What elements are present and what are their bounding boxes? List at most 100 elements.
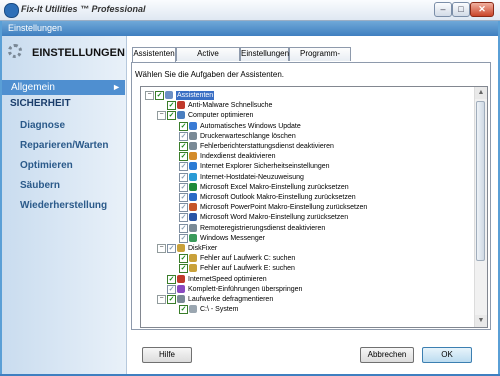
scroll-up-icon[interactable]: ▲ [475,87,487,99]
tree-item[interactable]: ✓ Automatisches Windows Update [169,121,471,131]
close-button[interactable]: ✕ [470,2,494,17]
settings-dialog: Einstellungen EINSTELLUNGEN Allgemein ► … [2,21,498,374]
tree-collapse-icon[interactable]: − [145,91,154,100]
tree-item-checkbox[interactable]: ✓ [179,152,188,162]
tree-item-label: DiskFixer [188,245,218,252]
task-icon [189,162,197,171]
tab-einstellungen[interactable]: Einstellungen [240,47,289,61]
tree-item[interactable]: − ✓ DiskFixer [157,244,471,253]
tree-item-checkbox[interactable]: ✓ [179,121,188,131]
sidebar-item-wiederherstellung[interactable]: Wiederherstellung [20,200,107,211]
settings-title: Einstellungen [8,23,63,33]
tab-programm-update[interactable]: Programm-Update [289,47,351,70]
main-panel: Assistenten Active Intelligence Einstell… [128,36,498,336]
sidebar: EINSTELLUNGEN Allgemein ► SICHERHEIT Dia… [2,36,127,374]
app-logo-icon [4,3,19,18]
cancel-button[interactable]: Abbrechen [360,347,414,363]
sidebar-item-diagnose[interactable]: Diagnose [20,120,65,131]
tree-item-checkbox[interactable]: ✓ [179,162,188,172]
tree-collapse-icon[interactable]: − [157,111,166,121]
tab-active-intelligence[interactable]: Active Intelligence [176,47,240,70]
tree-item-checkbox[interactable]: ✓ [179,254,188,264]
tree-item[interactable]: ✓ Windows Messenger [169,233,471,243]
tree-item-checkbox[interactable]: ✓ [179,131,188,141]
tree-item-checkbox[interactable]: ✓ [167,284,176,294]
tree-item-checkbox[interactable]: ✓ [179,223,188,233]
tree-item[interactable]: − ✓ Computer optimieren [157,111,471,121]
tree-item[interactable]: ✓ Microsoft Outlook Makro-Einstellung zur… [169,193,471,202]
instruction-text: Wählen Sie die Aufgaben der Assistenten. [135,70,284,79]
tree-item-label: Fehler auf Laufwerk E: suchen [200,265,295,273]
task-icon [189,264,197,273]
ok-button[interactable]: OK [422,347,472,363]
task-icon [177,295,185,303]
tree-item-label: Internet Explorer Sicherheitseinstellung… [200,163,330,171]
tree-item[interactable]: ✓ Fehler auf Laufwerk C: suchen [169,254,471,264]
tree-item-label: Windows Messenger [200,234,265,242]
tree-item[interactable]: ✓ C:\ - System [169,305,471,315]
tree-item[interactable]: ✓ Microsoft PowerPoint Makro-Einstellung … [169,203,471,213]
tab-assistenten[interactable]: Assistenten [132,47,176,62]
tree-item[interactable]: − ✓ Assistenten [145,91,471,100]
tree-item-checkbox[interactable]: ✓ [179,233,188,243]
tree-item[interactable]: ✓ Anti-Malware Schnellsuche [157,101,471,111]
sidebar-item-optimieren[interactable]: Optimieren [20,160,73,171]
scroll-down-icon[interactable]: ▼ [475,315,487,327]
tree-item-checkbox[interactable]: ✓ [179,264,188,274]
dialog-button-bar: Hilfe Abbrechen OK [128,336,498,372]
tree-item[interactable]: ✓ Internet-Hostdatei-Neuzuweisung [169,172,471,182]
tree-item-checkbox[interactable]: ✓ [179,305,188,315]
tree-item[interactable]: ✓ Indexdienst deaktivieren [169,152,471,162]
settings-header-bar: Einstellungen [2,21,498,36]
task-icon [177,274,185,283]
tree-item[interactable]: ✓ Microsoft Excel Makro-Einstellung zurüc… [169,182,471,192]
tree-item-checkbox[interactable]: ✓ [179,203,188,213]
task-icon [189,213,197,222]
tree-item[interactable]: ✓ Druckerwarteschlange löschen [169,131,471,141]
tree-item[interactable]: ✓ Internet Explorer Sicherheitseinstellun… [169,162,471,172]
tree-item[interactable]: ✓ InternetSpeed optimieren [157,274,471,284]
task-icon [189,233,197,242]
sidebar-item-label: Allgemein [11,82,55,93]
sidebar-item-allgemein[interactable]: Allgemein ► [2,80,125,95]
tree-item[interactable]: ✓ Microsoft Word Makro-Einstellung zurück… [169,213,471,223]
tree-item[interactable]: − ✓ Laufwerke defragmentieren [157,295,471,304]
tree-item-checkbox[interactable]: ✓ [179,193,188,202]
tree-item-checkbox[interactable]: ✓ [155,91,164,100]
tree-item-label: Laufwerke defragmentieren [188,296,274,303]
help-button[interactable]: Hilfe [142,347,192,363]
tree-item-checkbox[interactable]: ✓ [167,244,176,253]
tree-item-checkbox[interactable]: ✓ [179,172,188,182]
task-icon [189,193,197,201]
task-icon [189,203,197,212]
tree-item-label: Fehlerberichterstattungsdienst deaktivie… [200,143,334,150]
sidebar-item-reparieren[interactable]: Reparieren/Warten [20,140,109,151]
tree-item-checkbox[interactable]: ✓ [167,101,176,111]
tree-item-label: Remoteregistrierungsdienst deaktivieren [200,224,326,232]
tree-item[interactable]: ✓ Komplett-Einführungen überspringen [157,284,471,294]
task-icon [165,91,173,99]
task-tree[interactable]: − ✓ Assistenten ✓ Anti-Malware Schnellsuche −… [140,86,488,328]
tree-item-label: C:\ - System [200,306,239,314]
tree-item-checkbox[interactable]: ✓ [167,295,176,304]
tree-item[interactable]: ✓ Fehlerberichterstattungsdienst deaktivi… [169,142,471,151]
window-title: Fix-It Utilities ™ Professional [21,4,146,14]
tree-item-label: Microsoft PowerPoint Makro-Einstellung z… [200,204,368,212]
tree-item-checkbox[interactable]: ✓ [179,182,188,192]
tree-item-checkbox[interactable]: ✓ [179,213,188,223]
sidebar-item-sicherheit[interactable]: SICHERHEIT [10,98,71,109]
maximize-button[interactable]: □ [452,2,470,17]
tree-item[interactable]: ✓ Fehler auf Laufwerk E: suchen [169,264,471,274]
tree-item-checkbox[interactable]: ✓ [167,111,176,121]
tree-collapse-icon[interactable]: − [157,295,166,304]
tree-item-label: Automatisches Windows Update [200,122,301,130]
task-icon [189,152,197,161]
tree-collapse-icon[interactable]: − [157,244,166,253]
tree-item-checkbox[interactable]: ✓ [179,142,188,151]
vertical-scrollbar[interactable]: ▲ ▼ [474,87,487,327]
minimize-button[interactable]: – [434,2,452,17]
tree-item-checkbox[interactable]: ✓ [167,274,176,284]
sidebar-item-saeubern[interactable]: Säubern [20,180,60,191]
tree-item[interactable]: ✓ Remoteregistrierungsdienst deaktivieren [169,223,471,233]
scrollbar-thumb[interactable] [476,101,485,261]
